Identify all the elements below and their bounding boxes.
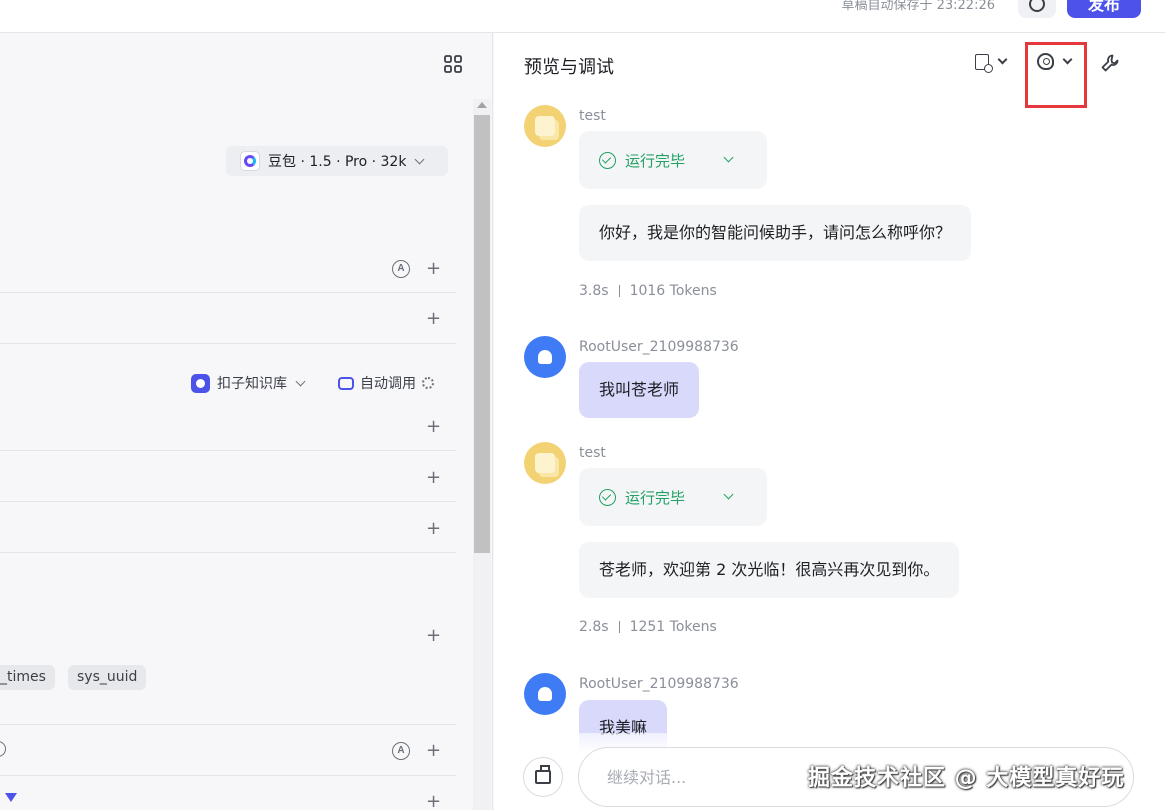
gear-icon[interactable] — [422, 377, 434, 389]
bot-avatar — [524, 105, 566, 147]
check-circle-icon — [599, 488, 616, 506]
wrench-icon[interactable] — [1100, 53, 1120, 73]
scroll-up-arrow-icon[interactable] — [477, 102, 487, 108]
run-status-card[interactable]: 运行完毕 — [579, 131, 767, 189]
add-icon[interactable]: + — [426, 260, 441, 278]
response-time: 2.8s — [579, 619, 609, 635]
knowledge-base-label: 扣子知识库 — [217, 376, 287, 392]
user-avatar — [524, 336, 566, 378]
variable-tag[interactable]: _times — [0, 665, 55, 690]
bot-message: 你好，我是你的智能问候助手，请问怎么称呼你？ — [579, 205, 972, 261]
token-count: 1016 Tokens — [629, 283, 717, 299]
user-message: 我叫苍老师 — [579, 362, 700, 418]
autosave-status: 草稿自动保存于 23:22:26 — [841, 0, 995, 13]
sender-name: RootUser_2109988736 — [579, 339, 739, 355]
message-meta: 3.8s 1016 Tokens — [579, 283, 717, 299]
chevron-down-icon — [997, 54, 1008, 65]
watermark: 掘金技术社区 @ 大模型真好玩 — [808, 766, 1125, 791]
knowledge-base-selector[interactable]: 扣子知识库 — [191, 373, 306, 393]
chevron-down-icon — [295, 376, 306, 386]
sender-name: test — [579, 108, 606, 124]
auto-mode-icon[interactable]: A — [392, 260, 410, 278]
add-icon[interactable]: + — [426, 793, 441, 810]
scrollbar[interactable] — [473, 99, 491, 810]
add-icon[interactable]: + — [426, 418, 441, 436]
chevron-down-icon — [723, 152, 734, 163]
auto-call-label: 自动调用 — [360, 376, 416, 392]
config-row: A + — [0, 233, 456, 293]
chevron-down-icon — [415, 154, 425, 164]
doubao-logo-icon — [240, 151, 260, 171]
bot-avatar — [524, 442, 566, 484]
check-circle-icon — [599, 151, 616, 169]
sender-name: RootUser_2109988736 — [579, 676, 739, 692]
run-status-label: 运行完毕 — [625, 151, 686, 170]
variable-tag[interactable]: sys_uuid — [68, 665, 147, 690]
auto-call-setting[interactable]: 自动调用 — [338, 373, 434, 393]
run-status-label: 运行完毕 — [625, 488, 686, 507]
document-settings-icon — [975, 54, 993, 73]
robot-icon — [338, 376, 354, 390]
run-status-card[interactable]: 运行完毕 — [579, 468, 767, 526]
add-icon[interactable]: + — [426, 627, 441, 645]
top-bar: 草稿自动保存于 23:22:26 发布 — [0, 0, 1165, 33]
add-icon[interactable]: + — [426, 742, 441, 760]
add-icon[interactable]: + — [426, 520, 441, 538]
variables-row: + — [0, 553, 456, 725]
add-icon[interactable]: + — [426, 310, 441, 328]
preview-panel: 预览与调试 test 运行完毕 你好，我是你的智能问候助手，请问怎么称呼你？ 3… — [494, 33, 1165, 810]
config-row: + — [0, 400, 456, 451]
config-row: + — [0, 451, 456, 502]
clear-icon — [535, 765, 551, 784]
knowledge-base-logo-icon — [191, 373, 210, 393]
sender-name: test — [579, 445, 606, 461]
memory-dropdown[interactable] — [975, 54, 1008, 73]
response-time: 3.8s — [579, 283, 609, 299]
highlight-box — [1025, 42, 1087, 108]
bot-message: 苍老师，欢迎第 2 次光临！很高兴再次见到你。 — [579, 542, 960, 598]
history-button[interactable] — [1018, 0, 1056, 18]
config-panel: 豆包 · 1.5 · Pro · 32k A + + 扣子知识库 自动调用 + … — [0, 33, 493, 810]
panel-title: 预览与调试 — [524, 57, 614, 78]
publish-button[interactable]: 发布 — [1067, 0, 1141, 18]
config-row: A + — [0, 725, 456, 776]
model-selector[interactable]: 豆包 · 1.5 · Pro · 32k — [226, 146, 448, 176]
diamond-icon — [5, 793, 17, 802]
model-label: 豆包 · 1.5 · Pro · 32k — [268, 154, 407, 170]
message-meta: 2.8s 1251 Tokens — [579, 619, 717, 635]
token-count: 1251 Tokens — [629, 619, 717, 635]
add-icon[interactable]: + — [426, 469, 441, 487]
config-row: + — [0, 293, 456, 344]
config-row: + — [0, 502, 456, 553]
chevron-down-icon — [723, 489, 734, 500]
history-icon — [1029, 0, 1045, 12]
clear-history-button[interactable] — [523, 757, 563, 797]
layout-grid-icon[interactable] — [444, 55, 462, 73]
scroll-thumb[interactable] — [474, 115, 490, 553]
auto-mode-icon[interactable]: A — [392, 742, 410, 760]
user-avatar — [524, 673, 566, 715]
